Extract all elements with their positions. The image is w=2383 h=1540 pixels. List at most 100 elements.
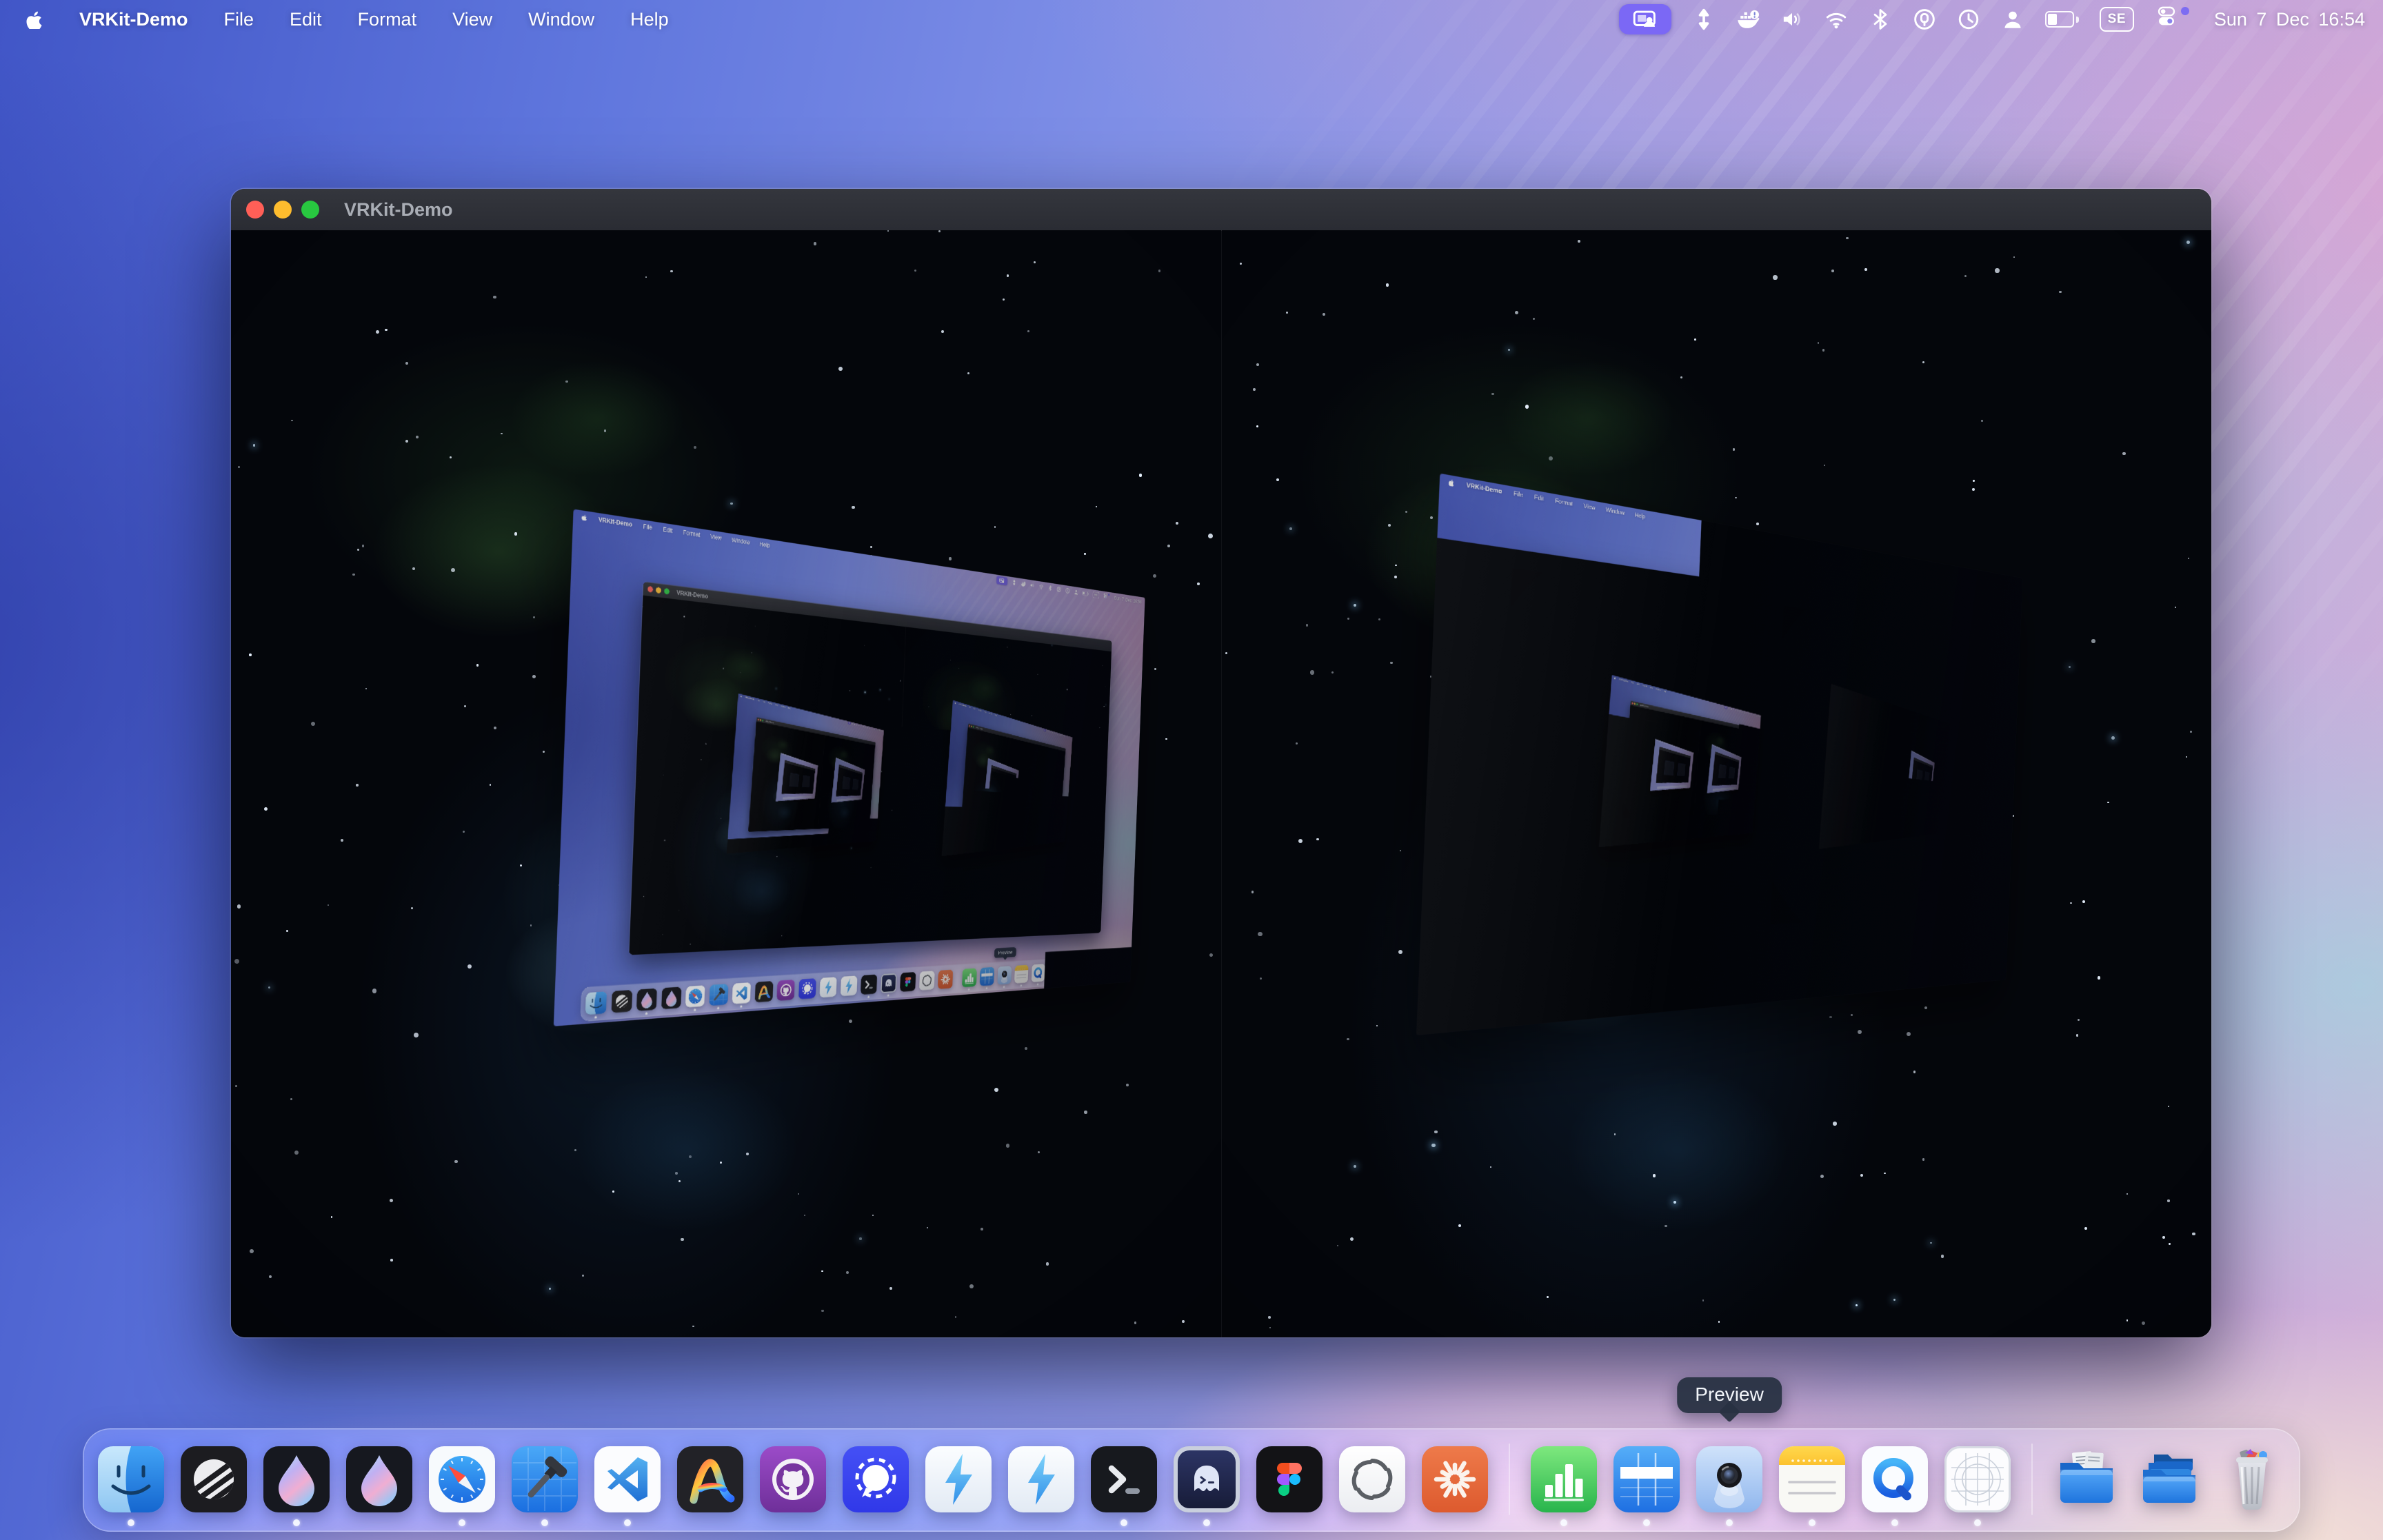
dock-item-chatgpt[interactable]: [1795, 971, 1811, 991]
minimize-button[interactable]: [1849, 711, 1850, 713]
dock-item-drop1[interactable]: [750, 842, 756, 849]
dock-item-drop2[interactable]: [1529, 991, 1551, 1015]
menu-item-window[interactable]: Window: [1605, 506, 1625, 516]
dock-item-bolt1[interactable]: [820, 977, 837, 997]
wifi-icon[interactable]: [1038, 582, 1043, 591]
dock-item-signal[interactable]: [793, 840, 798, 846]
dock-item-bolt1[interactable]: [925, 1446, 992, 1512]
apple-menu-icon[interactable]: [741, 695, 743, 697]
screen-mirroring-icon[interactable]: [1875, 553, 1887, 563]
dock-item-ghostty[interactable]: [1174, 1446, 1240, 1512]
minimize-button[interactable]: [656, 587, 661, 594]
zoom-button[interactable]: [301, 201, 319, 219]
dock-item-github[interactable]: [1661, 832, 1666, 839]
docker-icon[interactable]: [1900, 557, 1904, 567]
zoom-button[interactable]: [1851, 711, 1852, 713]
dock-item-arc[interactable]: [781, 840, 786, 847]
dock-item-github[interactable]: [1870, 833, 1874, 840]
user-icon[interactable]: [1743, 711, 1744, 714]
dock-item-trash[interactable]: [869, 834, 872, 839]
docker-icon[interactable]: [1020, 580, 1025, 589]
close-button[interactable]: [647, 586, 653, 592]
dock-item-folder-docs[interactable]: [1945, 959, 1958, 977]
dock-item-folder-stack[interactable]: [1961, 958, 1974, 976]
dock-item-ghostty[interactable]: [1756, 973, 1772, 995]
onepassword-icon[interactable]: [1913, 4, 1936, 34]
dock-item-preview[interactable]: [1696, 1446, 1762, 1512]
toggles-icon[interactable]: [1981, 572, 1988, 581]
dock-item-finder[interactable]: [949, 846, 955, 853]
dock-item-drop2[interactable]: [967, 844, 972, 851]
menu-app-name[interactable]: VRKit-Demo: [1466, 481, 1502, 495]
close-button[interactable]: [1631, 702, 1633, 705]
se-badge-icon[interactable]: SE: [1093, 591, 1100, 600]
menu-item-format[interactable]: Format: [358, 9, 417, 30]
dock-item-trash[interactable]: [1936, 827, 1939, 831]
updown-arrows-icon[interactable]: [1692, 4, 1716, 34]
dock-item-notes[interactable]: [1779, 1446, 1845, 1512]
dock-item-ghostty[interactable]: [881, 973, 897, 993]
menu-item-edit[interactable]: Edit: [973, 707, 975, 710]
dock-item-gridapp[interactable]: [1924, 960, 1938, 980]
dock-item-figma[interactable]: [1896, 831, 1900, 837]
bluetooth-icon[interactable]: [1054, 732, 1055, 735]
dock-item-vscode[interactable]: [1604, 985, 1624, 1009]
dock-item-vscode[interactable]: [983, 842, 987, 849]
menu-app-name[interactable]: VRKit-Demo: [599, 516, 632, 528]
dock-item-sphere[interactable]: [1832, 837, 1838, 844]
updown-arrows-icon[interactable]: [1728, 707, 1729, 710]
menu-app-name[interactable]: VRKit-Demo: [79, 9, 188, 30]
dock-item-tableapp[interactable]: [1913, 829, 1916, 835]
dock-item-drop2[interactable]: [346, 1446, 412, 1512]
battery-icon[interactable]: [1745, 711, 1747, 714]
dock-item-finder[interactable]: [1826, 838, 1831, 845]
dock-item-numbers[interactable]: [1710, 829, 1714, 835]
wifi-icon[interactable]: [1824, 4, 1848, 34]
dock-item-github[interactable]: [787, 840, 792, 846]
menu-item-file[interactable]: File: [224, 9, 254, 30]
dock-item-vscode[interactable]: [594, 1446, 661, 1512]
dock-item-github[interactable]: [777, 980, 795, 1001]
dock-item-arc[interactable]: [1865, 834, 1869, 841]
dock-item-safari[interactable]: [972, 844, 977, 851]
dock-item-chatgpt[interactable]: [1900, 831, 1904, 836]
timemachine-icon[interactable]: [1944, 565, 1949, 574]
user-icon[interactable]: [1058, 733, 1059, 736]
dock-item-safari[interactable]: [1636, 833, 1642, 840]
timemachine-icon[interactable]: [865, 726, 866, 729]
dock-item-claude[interactable]: [829, 837, 833, 842]
menu-item-edit[interactable]: Edit: [1851, 691, 1853, 694]
volume-icon[interactable]: [1928, 717, 1929, 720]
screen-mirroring-icon[interactable]: [996, 576, 1007, 585]
menu-item-window[interactable]: Window: [528, 9, 594, 30]
dock-item-finder[interactable]: [98, 1446, 164, 1512]
dock-item-bolt2[interactable]: [1008, 1446, 1074, 1512]
dock-item-bolt2[interactable]: [1678, 831, 1683, 837]
menu-item-file[interactable]: File: [1513, 489, 1522, 498]
dock-item-trash[interactable]: [1976, 957, 1989, 975]
wifi-icon[interactable]: [858, 725, 860, 727]
menu-item-help[interactable]: Help: [994, 714, 996, 717]
se-badge-icon[interactable]: SE: [2100, 4, 2134, 34]
bluetooth-icon[interactable]: [861, 725, 862, 727]
dock-item-safari[interactable]: [1555, 989, 1576, 1013]
dock-item-figma[interactable]: [900, 972, 916, 992]
se-badge-icon[interactable]: SE: [872, 727, 873, 730]
dock-item-chatgpt[interactable]: [1023, 839, 1027, 844]
onepassword-icon[interactable]: [1935, 564, 1940, 573]
dock-item-finder[interactable]: [1450, 997, 1473, 1022]
dock-item-gridapp[interactable]: [1926, 828, 1929, 833]
menu-item-format[interactable]: Format: [1642, 685, 1647, 688]
dock-item-sphere[interactable]: [1477, 995, 1499, 1020]
dock-item-bolt2[interactable]: [804, 839, 809, 845]
wifi-icon[interactable]: [1918, 560, 1922, 569]
dock-item-drop2[interactable]: [661, 987, 681, 1009]
dock-item-claude[interactable]: [1422, 1446, 1488, 1512]
dock-item-xcode[interactable]: [709, 984, 728, 1006]
dock-item-notes[interactable]: [848, 835, 852, 841]
volume-icon[interactable]: [856, 724, 858, 727]
dock-item-chatgpt[interactable]: [919, 971, 935, 990]
menu-item-edit[interactable]: Edit: [1534, 494, 1544, 503]
wifi-icon[interactable]: [1052, 731, 1054, 734]
dock-item-safari[interactable]: [685, 985, 705, 1007]
